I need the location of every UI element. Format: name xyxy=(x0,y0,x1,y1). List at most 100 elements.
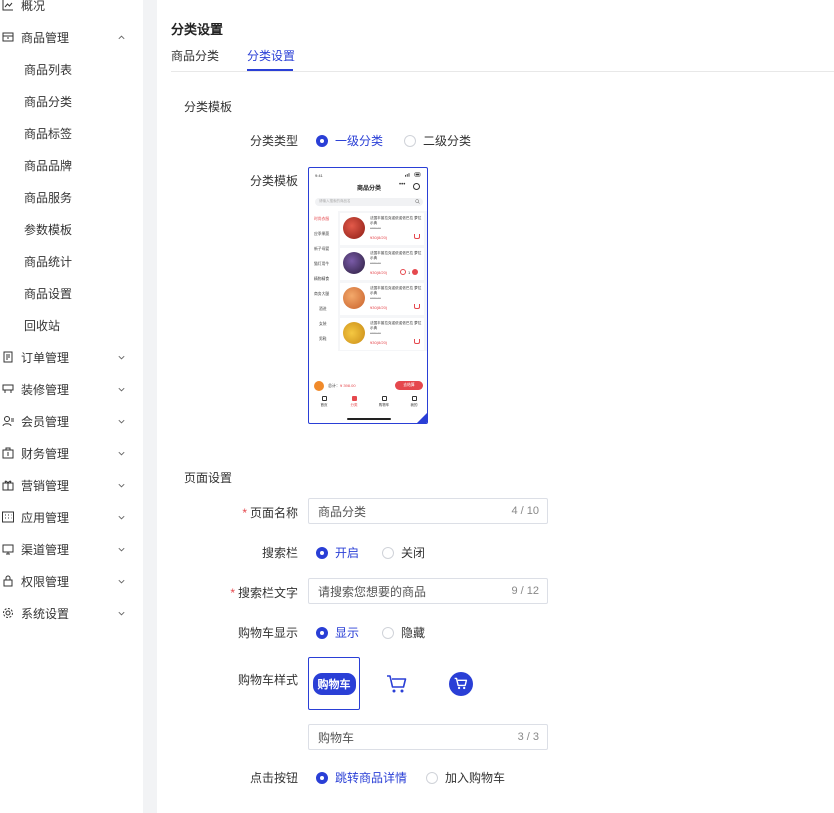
radio-label: 开启 xyxy=(335,546,360,560)
sidebar-item-orders[interactable]: 订单管理 xyxy=(0,341,143,373)
product-price: ¥30(8/20) xyxy=(370,235,388,240)
more-icon: ••• xyxy=(399,182,406,188)
nav-label: 我的 xyxy=(410,403,418,407)
target-icon xyxy=(413,183,420,190)
phone-total: 总计：¥ 398.00 xyxy=(328,383,356,389)
radio-level-one-category[interactable]: 一级分类 xyxy=(316,132,383,149)
sidebar-item-decoration[interactable]: 装修管理 xyxy=(0,373,143,405)
phone-search-bar: 请输入搜索的商品名 xyxy=(315,198,423,206)
search-icon xyxy=(415,199,420,204)
sidebar-subitem-label: 回收站 xyxy=(24,318,61,333)
radio-search-on[interactable]: 开启 xyxy=(316,544,359,561)
chevron-down-icon xyxy=(118,515,125,519)
user-icon xyxy=(2,415,14,427)
cart-style-outline-option[interactable] xyxy=(371,657,423,710)
radio-label: 二级分类 xyxy=(423,134,472,148)
peach-image xyxy=(343,287,365,309)
pineapple-image xyxy=(343,322,365,344)
grid-icon xyxy=(2,511,14,523)
sidebar-item-label: 装修管理 xyxy=(21,382,70,397)
sidebar-item-members[interactable]: 会员管理 xyxy=(0,405,143,437)
sidebar-subitem-recycle-bin[interactable]: 回收站 xyxy=(0,309,143,341)
section-title-template: 分类模板 xyxy=(184,100,233,114)
sidebar-subitem-label: 商品品牌 xyxy=(24,158,73,173)
total-label: 总计： xyxy=(328,383,340,388)
cart-text-input[interactable]: 3 / 3 xyxy=(308,724,548,750)
phone-home-indicator xyxy=(347,418,391,420)
phone-cart-bar: 总计：¥ 398.00 去结算 xyxy=(309,379,427,393)
sidebar-subitem-label: 商品设置 xyxy=(24,286,73,301)
apple-image xyxy=(343,217,365,239)
page-name-label: * 页面名称 xyxy=(178,504,298,521)
page-name-input[interactable]: 4 / 10 xyxy=(308,498,548,524)
sidebar-item-goods-management[interactable]: 商品管理 xyxy=(0,21,143,53)
tab-goods-category[interactable]: 商品分类 xyxy=(171,47,219,64)
cart-icon xyxy=(414,339,420,344)
sidebar-item-marketing[interactable]: 营销管理 xyxy=(0,469,143,501)
sidebar-item-label: 商品管理 xyxy=(21,30,70,45)
radio-level-two-category[interactable]: 二级分类 xyxy=(404,132,471,149)
product-price: ¥30(8/20) xyxy=(370,340,388,345)
radio-dot xyxy=(316,626,328,639)
radio-dot xyxy=(382,626,394,639)
sidebar-item-permissions[interactable]: 权限管理 xyxy=(0,565,143,597)
chevron-up-icon xyxy=(118,35,125,39)
cart-style-circle-option[interactable] xyxy=(435,657,487,710)
sidebar-subitem-goods-list[interactable]: 商品列表 xyxy=(0,53,143,85)
sidebar-item-label: 概况 xyxy=(21,0,46,13)
tab-category-settings[interactable]: 分类设置 xyxy=(247,47,295,64)
search-bar-label: 搜索栏 xyxy=(261,546,298,560)
sidebar-subitem-goods-settings[interactable]: 商品设置 xyxy=(0,277,143,309)
template-preview-card[interactable]: 9:41 商品分类 ••• 请输入搜索的商品名 时尚衣服 应季果蔬 新子母婴 猫… xyxy=(308,167,428,424)
radio-cart-show[interactable]: 显示 xyxy=(316,624,359,641)
grape-image xyxy=(343,252,365,274)
radio-label: 显示 xyxy=(335,626,360,640)
nav-label: 分类 xyxy=(350,403,358,407)
wallet-icon xyxy=(2,447,14,459)
search-text-field[interactable] xyxy=(309,584,499,598)
sidebar-subitem-goods-stats[interactable]: 商品统计 xyxy=(0,245,143,277)
phone-category-item: 男鞋 xyxy=(319,337,327,341)
char-count: 3 / 3 xyxy=(517,731,539,743)
radio-add-to-cart[interactable]: 加入购物车 xyxy=(426,769,505,786)
product-price: ¥30(8/20) xyxy=(370,305,388,310)
page-name-field[interactable] xyxy=(309,504,499,518)
cart-text-field[interactable] xyxy=(309,730,499,744)
radio-search-off[interactable]: 关闭 xyxy=(382,544,425,561)
product-original-price: ¥150.00 xyxy=(370,226,381,230)
sidebar-item-channels[interactable]: 渠道管理 xyxy=(0,533,143,565)
page-title: 分类设置 xyxy=(171,22,224,37)
template-label: 分类模板 xyxy=(249,174,298,188)
chevron-down-icon xyxy=(118,355,125,359)
nav-label: 购物车 xyxy=(378,403,390,407)
sidebar-item-finance[interactable]: 财务管理 xyxy=(0,437,143,469)
product-name: 法国丰普拉克诺依诺依巴拉 萝拉示典 xyxy=(370,251,422,260)
product-name: 法国丰普拉克诺依诺依巴拉 萝拉示典 xyxy=(370,286,422,295)
product-name: 法国丰普拉克诺依诺依巴拉 萝拉示典 xyxy=(370,321,422,330)
sidebar-subitem-param-template[interactable]: 参数模板 xyxy=(0,213,143,245)
sidebar-item-overview[interactable]: 概况 xyxy=(0,0,143,21)
search-text-input[interactable]: 9 / 12 xyxy=(308,578,548,604)
phone-category-list: 时尚衣服 应季果蔬 新子母婴 猫灯用牛 精物精食 商务大腿 酒进 女装 男鞋 xyxy=(311,212,337,347)
cart-icon xyxy=(414,234,420,239)
sidebar-subitem-goods-brand[interactable]: 商品品牌 xyxy=(0,149,143,181)
radio-label: 跳转商品详情 xyxy=(335,771,408,785)
sidebar-subitem-goods-service[interactable]: 商品服务 xyxy=(0,181,143,213)
section-title-page: 页面设置 xyxy=(184,471,233,485)
chevron-down-icon xyxy=(118,579,125,583)
radio-cart-hide[interactable]: 隐藏 xyxy=(382,624,425,641)
sidebar-item-apps[interactable]: 应用管理 xyxy=(0,501,143,533)
tab-divider xyxy=(171,71,834,72)
sidebar-item-label: 系统设置 xyxy=(21,606,70,621)
selected-corner-check-icon xyxy=(416,412,427,423)
chart-line-icon xyxy=(2,0,14,11)
phone-status-time: 9:41 xyxy=(315,173,323,178)
sidebar-subitem-goods-tag[interactable]: 商品标签 xyxy=(0,117,143,149)
cart-style-pill-option[interactable]: 购物车 xyxy=(308,657,360,710)
sidebar-item-system-settings[interactable]: 系统设置 xyxy=(0,597,143,629)
phone-product-card: 法国丰普拉克诺依诺依巴拉 萝拉示典 ¥150.00 ¥30(8/20) xyxy=(340,318,424,350)
sidebar-subitem-goods-category[interactable]: 商品分类 xyxy=(0,85,143,117)
phone-category-item: 时尚衣服 xyxy=(314,217,330,221)
category-icon xyxy=(351,396,357,401)
radio-goto-detail[interactable]: 跳转商品详情 xyxy=(316,769,407,786)
